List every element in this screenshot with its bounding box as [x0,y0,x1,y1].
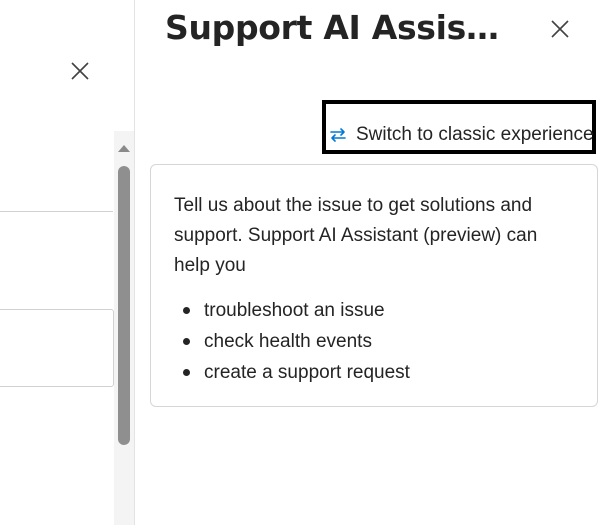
list-item-label: check health events [204,331,372,352]
support-ai-assistant-panel: Support AI Assista... Switch to classic … [135,0,610,525]
bullet [183,307,190,314]
chevron-up-icon [118,145,130,152]
info-card: Tell us about the issue to get solutions… [150,164,598,407]
bullet [183,369,190,376]
switch-to-classic-link[interactable]: Switch to classic experience [329,122,594,148]
switch-link-label: Switch to classic experience [356,124,594,145]
list-item: check health events [174,326,575,357]
list-item-label: troubleshoot an issue [204,300,385,321]
info-intro-text: Tell us about the issue to get solutions… [174,195,538,276]
list-item-label: create a support request [204,362,410,383]
close-icon [71,62,89,80]
close-icon [551,20,569,38]
scrollbar[interactable] [114,131,134,525]
bullet [183,338,190,345]
screen: Support AI Assista... Switch to classic … [0,0,610,525]
background-text-field[interactable] [0,309,114,387]
scroll-up-button[interactable] [116,141,132,155]
divider [0,211,113,212]
background-close-button[interactable] [67,58,93,84]
close-panel-button[interactable] [547,16,573,42]
list-item: create a support request [174,357,575,388]
capabilities-list: troubleshoot an issue check health event… [174,295,575,388]
list-item: troubleshoot an issue [174,295,575,326]
scrollbar-thumb[interactable] [118,166,130,445]
panel-title: Support AI Assista... [165,8,500,47]
background-panel [0,0,135,525]
swap-arrows-icon [329,126,347,144]
